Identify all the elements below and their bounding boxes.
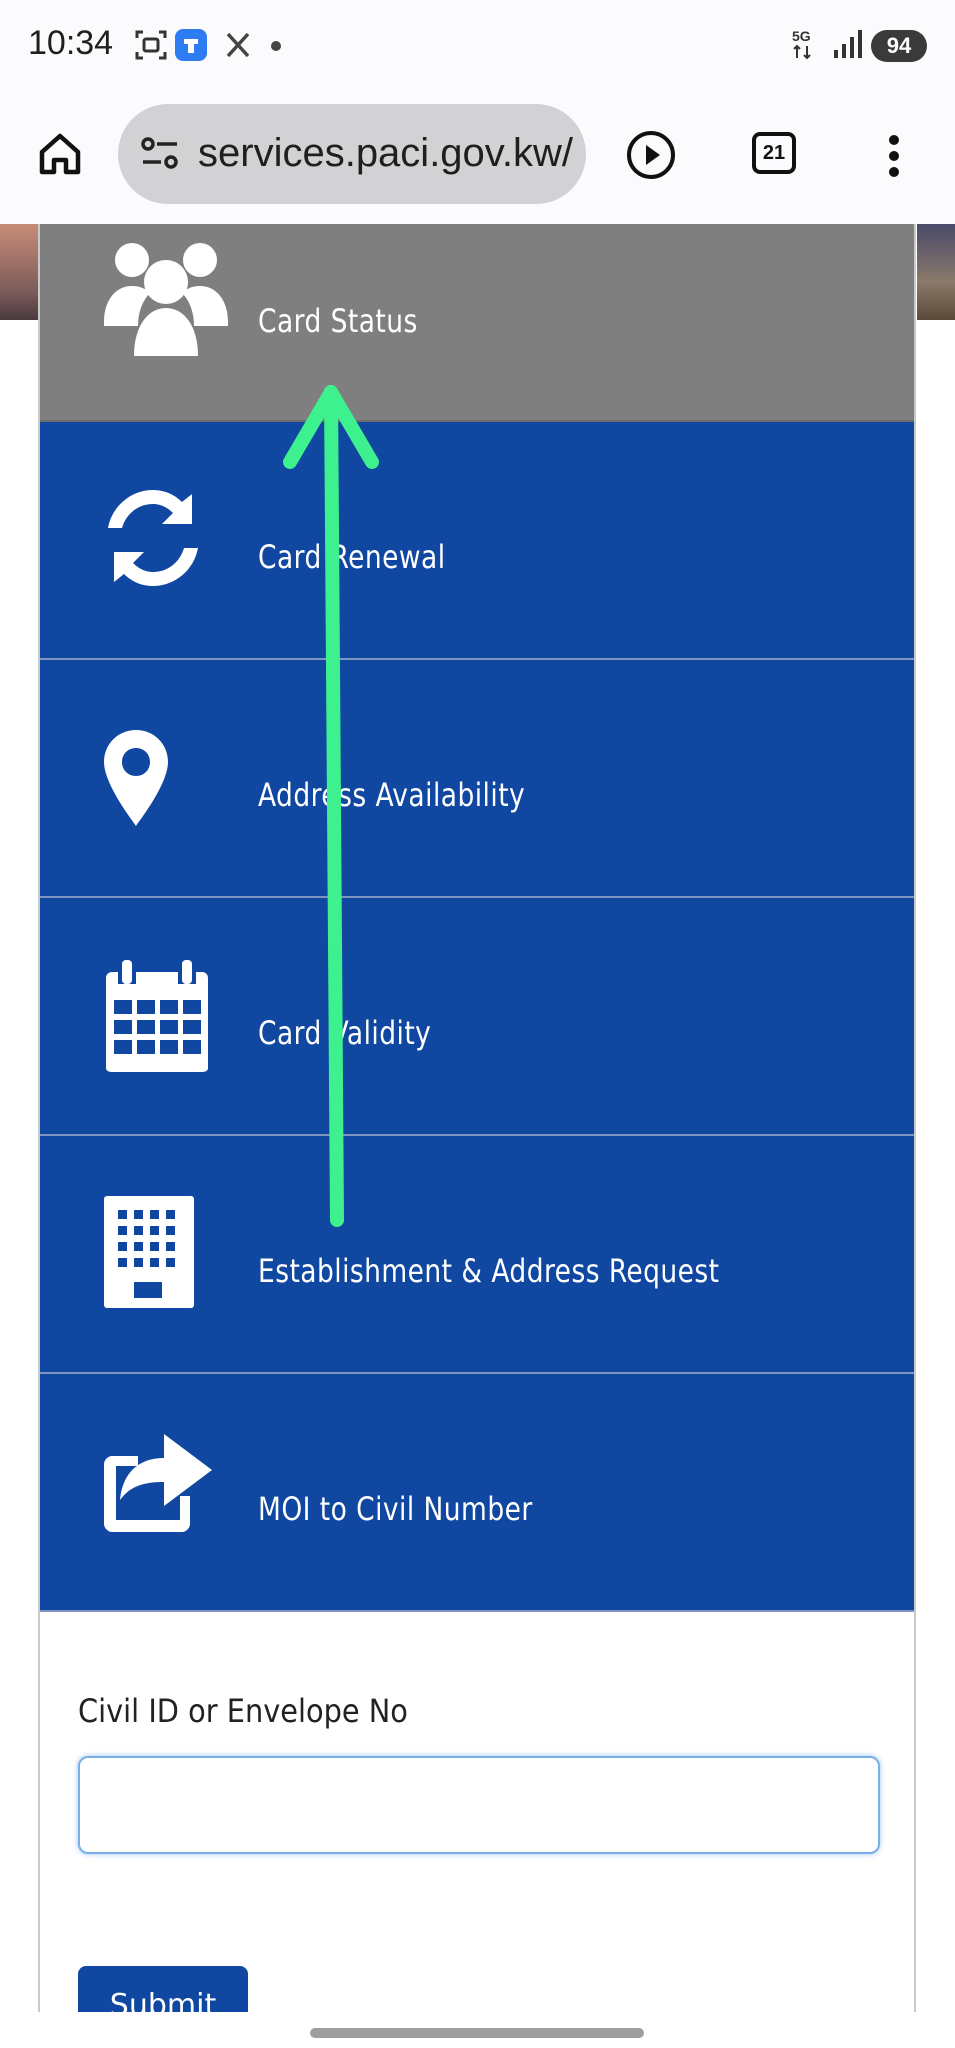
background-image-right: [917, 224, 955, 320]
menu-icon[interactable]: [876, 128, 912, 184]
x-icon: [224, 28, 252, 66]
service-label: Card Status: [258, 302, 418, 340]
app-notification-icon: [174, 28, 208, 66]
service-card-validity[interactable]: Card Validity: [40, 898, 914, 1136]
service-label: Card Validity: [258, 1014, 432, 1052]
services-panel: Card Status Card Renewal Address Availab…: [38, 224, 916, 2012]
users-icon: [104, 238, 228, 362]
building-icon: [104, 1196, 194, 1312]
tabs-icon[interactable]: 21: [752, 132, 796, 174]
network-5g-icon: 5G: [791, 26, 825, 66]
url-text: services.paci.gov.kw/: [198, 131, 573, 175]
service-moi-to-civil-number[interactable]: MOI to Civil Number: [40, 1374, 914, 1612]
service-card-status[interactable]: Card Status: [40, 224, 914, 422]
status-time: 10:34: [28, 24, 114, 62]
service-establishment-address-request[interactable]: Establishment & Address Request: [40, 1136, 914, 1374]
service-label: Establishment & Address Request: [258, 1252, 720, 1290]
civil-id-label: Civil ID or Envelope No: [78, 1692, 408, 1730]
service-address-availability[interactable]: Address Availability: [40, 660, 914, 898]
network-label: 5G: [792, 28, 811, 44]
site-settings-icon[interactable]: [140, 134, 180, 178]
dot-icon: [271, 41, 281, 51]
signal-icon: [833, 28, 863, 64]
home-icon[interactable]: [34, 128, 86, 180]
background-image-left: [0, 224, 38, 320]
refresh-icon: [104, 488, 202, 592]
service-label: Card Renewal: [258, 538, 446, 576]
tab-count: 21: [752, 132, 796, 174]
service-label: MOI to Civil Number: [258, 1490, 533, 1528]
calendar-icon: [104, 960, 210, 1076]
address-bar[interactable]: services.paci.gov.kw/: [118, 104, 586, 204]
system-nav-bar: [0, 2012, 955, 2048]
web-page: Card Status Card Renewal Address Availab…: [0, 224, 955, 2012]
share-icon: [104, 1434, 212, 1536]
battery-indicator: 94: [871, 30, 927, 62]
browser-toolbar: services.paci.gov.kw/ 21: [0, 92, 955, 224]
status-bar: 10:34 5G 94: [0, 0, 955, 92]
civil-id-input[interactable]: [78, 1756, 880, 1854]
screenshot-icon: [134, 28, 168, 66]
play-icon[interactable]: [624, 128, 678, 182]
gesture-handle[interactable]: [310, 2028, 644, 2038]
submit-button[interactable]: Submit: [78, 1966, 248, 2012]
map-marker-icon: [104, 730, 168, 830]
service-label: Address Availability: [258, 776, 526, 814]
service-card-renewal[interactable]: Card Renewal: [40, 422, 914, 660]
